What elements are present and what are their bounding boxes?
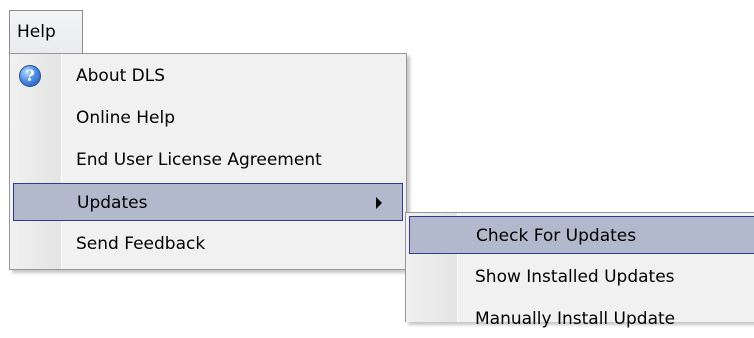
submenu-item-show-installed-updates[interactable]: Show Installed Updates — [409, 258, 754, 296]
menu-item-label: End User License Agreement — [76, 150, 322, 170]
menu-item-label: Online Help — [76, 108, 175, 128]
menu-item-updates[interactable]: Updates — [13, 183, 403, 221]
submenu-item-check-for-updates[interactable]: Check For Updates — [409, 216, 754, 254]
help-menu-dropdown: ? About DLS Online Help End User License… — [9, 53, 407, 270]
menu-item-about-dls[interactable]: ? About DLS — [13, 57, 403, 95]
help-menu-label: Help — [17, 22, 56, 42]
submenu-item-label: Manually Install Update — [475, 309, 676, 329]
submenu-item-label: Check For Updates — [476, 226, 637, 246]
menu-item-label: Updates — [77, 193, 148, 213]
info-icon: ? — [19, 65, 41, 87]
help-menu-button[interactable]: Help — [9, 10, 83, 54]
submenu-item-label: Show Installed Updates — [475, 267, 675, 287]
menu-item-eula[interactable]: End User License Agreement — [13, 141, 403, 179]
menu-item-label: About DLS — [76, 66, 166, 86]
submenu-arrow-icon — [376, 197, 382, 209]
menu-item-send-feedback[interactable]: Send Feedback — [13, 225, 403, 263]
menu-item-online-help[interactable]: Online Help — [13, 99, 403, 137]
menu-item-label: Send Feedback — [76, 234, 206, 254]
